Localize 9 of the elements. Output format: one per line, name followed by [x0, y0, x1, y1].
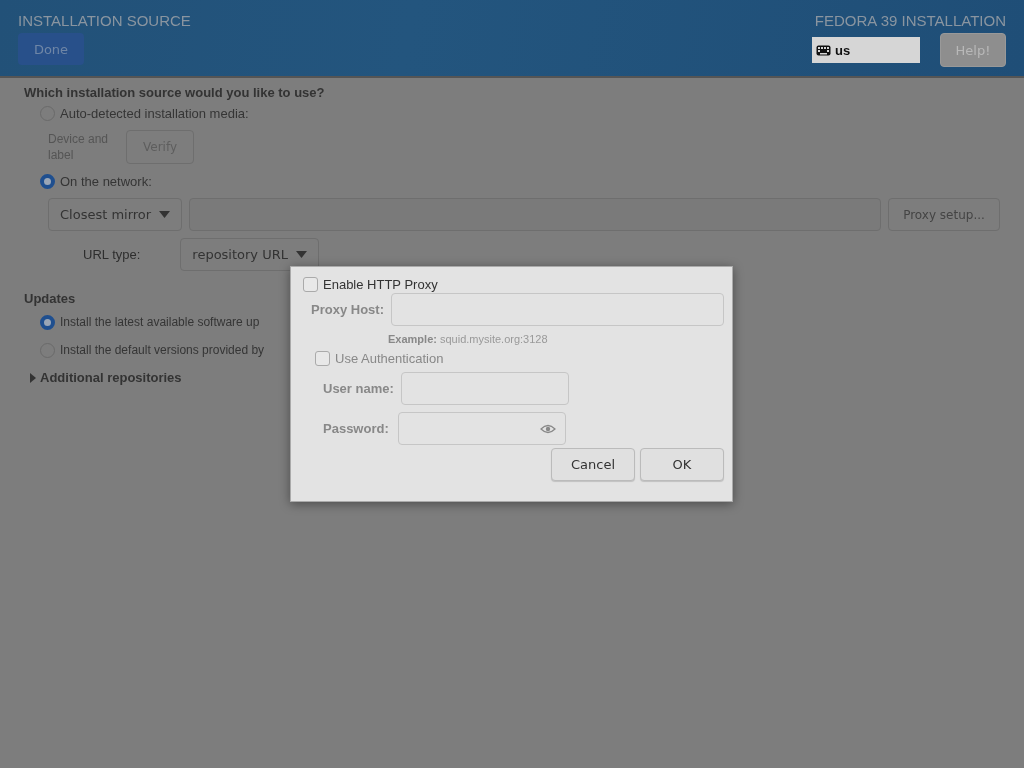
screen-title: INSTALLATION SOURCE	[18, 12, 191, 29]
product-title: FEDORA 39 INSTALLATION	[814, 12, 1006, 29]
url-type-label: URL type:	[83, 247, 141, 262]
field-label: Proxy Host:	[311, 302, 384, 317]
source-question: Which installation source would you like to use?	[24, 85, 326, 100]
field-label: Password:	[323, 421, 390, 436]
field-label: User name:	[323, 381, 394, 396]
section-heading: Updates	[24, 291, 77, 306]
example-hint: Example: squid.mysite.org:3128	[388, 333, 549, 345]
